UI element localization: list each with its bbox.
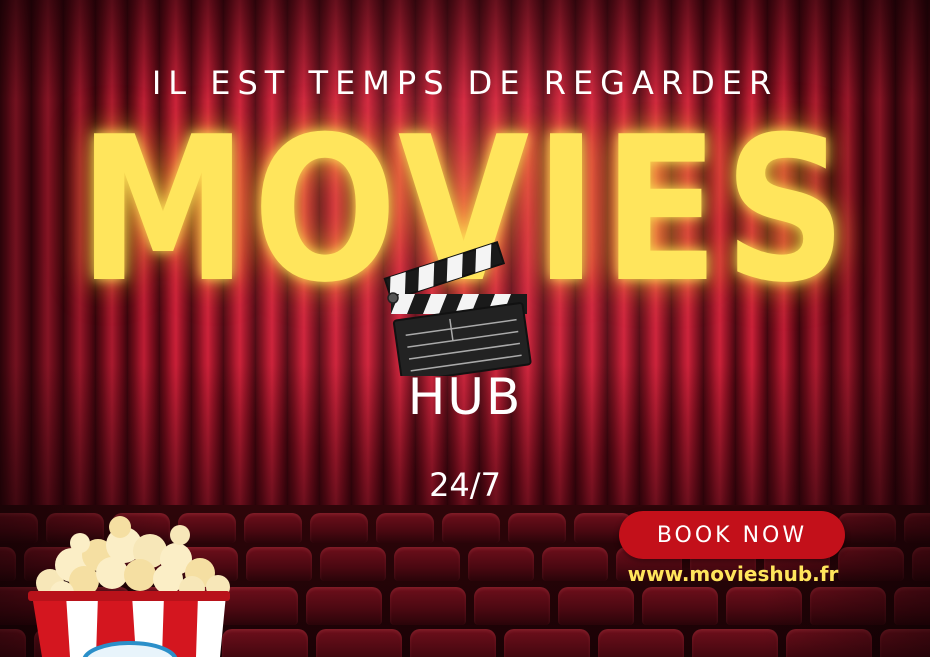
popcorn-icon: [28, 516, 230, 657]
opening-hours: 24/7: [429, 466, 501, 504]
clapperboard-icon: [383, 241, 532, 376]
poster-subtitle: HUB: [407, 368, 523, 426]
book-now-button[interactable]: BOOK NOW: [619, 511, 845, 559]
website-link[interactable]: www.movieshub.fr: [606, 562, 860, 586]
movie-poster: IL EST TEMPS DE REGARDER MOVIES HUB 24/7…: [0, 0, 930, 657]
